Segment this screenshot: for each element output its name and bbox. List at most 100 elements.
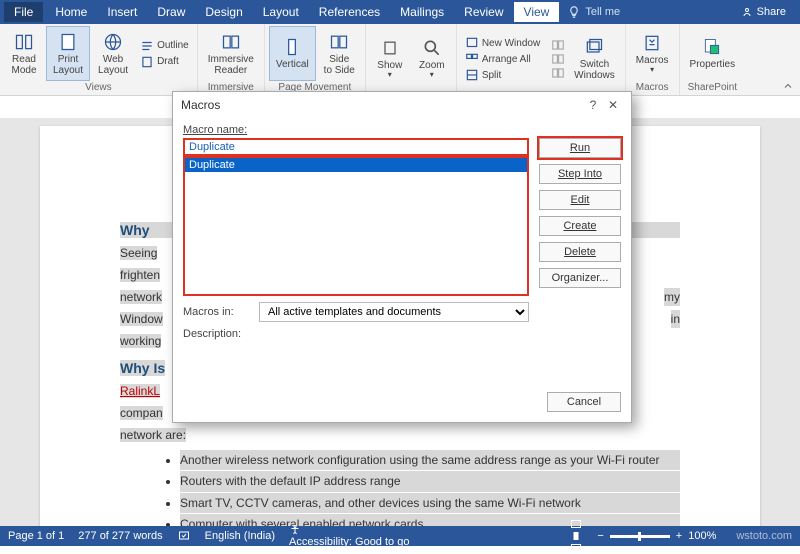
share-icon (741, 6, 753, 18)
web-view-icon (569, 542, 583, 554)
zoom-button[interactable]: Zoom▾ (412, 26, 452, 92)
macro-name-input[interactable] (185, 140, 527, 154)
print-layout-button[interactable]: Print Layout (46, 26, 90, 81)
read-view-icon (569, 518, 583, 530)
macro-list-item[interactable]: Duplicate (185, 158, 527, 172)
zoom-slider[interactable] (610, 535, 670, 538)
window-icon (465, 36, 479, 50)
outline-icon (140, 39, 154, 53)
outline-button[interactable]: Outline (136, 38, 193, 54)
print-view-icon (569, 530, 583, 542)
edit-button[interactable]: Edit (539, 190, 621, 210)
language-status[interactable]: English (India) (205, 530, 275, 542)
share-button[interactable]: Share (731, 3, 796, 21)
draft-icon (140, 55, 154, 69)
web-layout-button[interactable]: Web Layout (92, 26, 134, 81)
view-buttons[interactable] (569, 518, 583, 554)
side-icon (329, 32, 349, 52)
step-into-button[interactable]: Step Into (539, 164, 621, 184)
switch-windows-button[interactable]: Switch Windows (568, 26, 621, 92)
zoom-value[interactable]: 100% (688, 530, 716, 542)
collapse-ribbon-button[interactable] (782, 80, 794, 92)
ribbon: Read Mode Print Layout Web Layout Outlin… (0, 24, 800, 96)
description-label: Description: (183, 328, 529, 340)
word-count[interactable]: 277 of 277 words (78, 530, 162, 542)
spell-check-icon[interactable] (177, 530, 191, 542)
macro-name-label: Macro name: (183, 124, 529, 136)
read-mode-button[interactable]: Read Mode (4, 26, 44, 81)
side-to-side-button[interactable]: Side to Side (318, 26, 361, 81)
zoom-in-button[interactable]: + (676, 530, 682, 542)
menu-layout[interactable]: Layout (253, 2, 309, 22)
page-count[interactable]: Page 1 of 1 (8, 530, 64, 542)
menu-insert[interactable]: Insert (97, 2, 147, 22)
status-bar: Page 1 of 1 277 of 277 words English (In… (0, 526, 800, 546)
menu-bar: File Home Insert Draw Design Layout Refe… (0, 0, 800, 24)
list-item: Computer with several enabled network ca… (180, 514, 680, 526)
watermark: wstoto.com (736, 530, 792, 542)
view-side-icon[interactable] (550, 66, 566, 80)
menu-review[interactable]: Review (454, 2, 513, 22)
menu-mailings[interactable]: Mailings (390, 2, 454, 22)
menu-view[interactable]: View (514, 2, 560, 22)
properties-icon (702, 37, 722, 57)
tell-me[interactable]: Tell me (567, 5, 620, 19)
split-icon (465, 68, 479, 82)
macros-button[interactable]: Macros▾ (630, 26, 675, 81)
delete-button[interactable]: Delete (539, 242, 621, 262)
vertical-icon (282, 37, 302, 57)
properties-button[interactable]: Properties (684, 26, 742, 81)
menu-draw[interactable]: Draw (147, 2, 195, 22)
page-icon (58, 32, 78, 52)
immersive-reader-button[interactable]: Immersive Reader (202, 26, 260, 81)
eye-icon (380, 38, 400, 58)
arrange-icon (465, 52, 479, 66)
new-window-button[interactable]: New Window (461, 35, 544, 51)
list-item: Routers with the default IP address rang… (180, 471, 680, 491)
accessibility-status[interactable]: Accessibility: Good to go (289, 524, 409, 548)
menu-home[interactable]: Home (45, 2, 97, 22)
macros-in-label: Macros in: (183, 306, 253, 318)
dialog-title: Macros (181, 98, 220, 112)
book-icon (14, 32, 34, 52)
draft-button[interactable]: Draft (136, 54, 193, 70)
macros-in-select[interactable]: All active templates and documents (259, 302, 529, 322)
macros-dialog: Macros ? ✕ Macro name: Duplicate Macros … (172, 91, 632, 423)
macro-icon (642, 33, 662, 53)
globe-icon (103, 32, 123, 52)
macro-list[interactable]: Duplicate (183, 156, 529, 296)
dialog-help-button[interactable]: ? (583, 98, 603, 112)
menu-file[interactable]: File (4, 2, 43, 22)
menu-references[interactable]: References (309, 2, 390, 22)
zoom-out-button[interactable]: − (597, 530, 603, 542)
dialog-close-button[interactable]: ✕ (603, 98, 623, 112)
reader-icon (221, 32, 241, 52)
para-2c: network are: (120, 426, 680, 444)
reset-window-icon[interactable] (550, 52, 566, 66)
list-item: Another wireless network configuration u… (180, 450, 680, 470)
sync-scroll-icon[interactable] (550, 38, 566, 52)
book-check-icon (177, 530, 191, 542)
zoom-icon (422, 38, 442, 58)
accessibility-icon (289, 524, 301, 536)
create-button[interactable]: Create (539, 216, 621, 236)
chevron-up-icon (782, 80, 794, 92)
macro-name-input-wrap (183, 138, 529, 156)
group-sharepoint-label: SharePoint (688, 81, 737, 95)
group-views-label: Views (85, 81, 112, 95)
organizer-button[interactable]: Organizer... (539, 268, 621, 288)
arrange-all-button[interactable]: Arrange All (461, 51, 544, 67)
run-button[interactable]: Run (539, 138, 621, 158)
cancel-button[interactable]: Cancel (547, 392, 621, 412)
show-button[interactable]: Show▾ (370, 26, 410, 92)
switch-icon (584, 37, 604, 57)
bulb-icon (567, 5, 581, 19)
menu-design[interactable]: Design (195, 2, 252, 22)
list-item: Smart TV, CCTV cameras, and other device… (180, 493, 680, 513)
split-button[interactable]: Split (461, 67, 544, 83)
heading-2: Why Is (120, 360, 165, 376)
vertical-button[interactable]: Vertical (269, 26, 316, 81)
group-macros-label: Macros (636, 81, 669, 95)
bullet-list: Another wireless network configuration u… (180, 450, 680, 526)
description-box[interactable] (183, 342, 529, 376)
